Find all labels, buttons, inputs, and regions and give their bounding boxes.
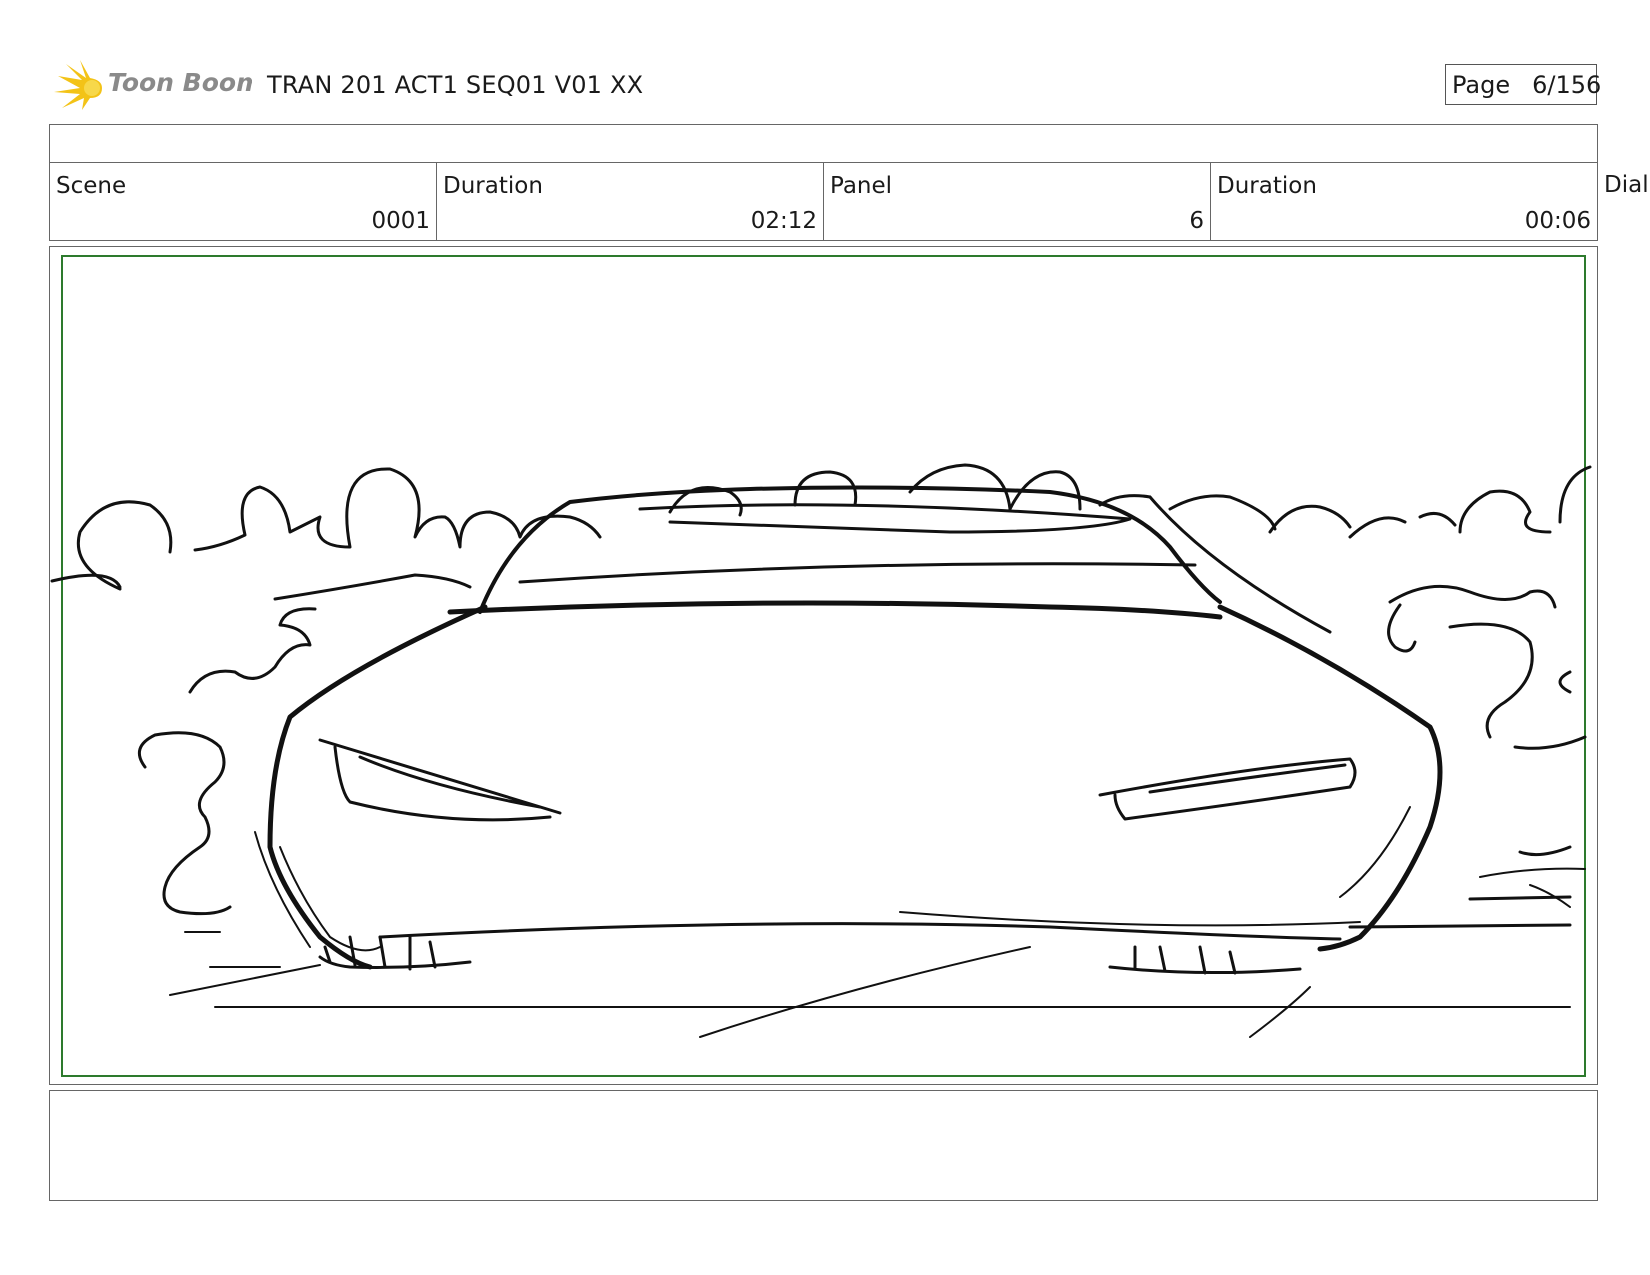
header-blank-row [49, 124, 1598, 163]
panel-duration-value: 00:06 [1524, 208, 1591, 234]
logo-text: Toon Boom [108, 68, 252, 97]
safe-frame [61, 255, 1586, 1077]
scene-value: 0001 [371, 208, 430, 234]
toon-boom-logo: Toon Boom [52, 58, 252, 114]
document-title: TRAN 201 ACT1 SEQ01 V01 XX [267, 71, 644, 99]
scene-duration-label: Duration [443, 173, 543, 199]
scene-cell: Scene 0001 [50, 163, 437, 240]
panel-duration-label: Duration [1217, 173, 1317, 199]
page-indicator: Page 6/156 [1445, 64, 1601, 105]
panel-value: 6 [1189, 208, 1204, 234]
scene-label: Scene [56, 173, 127, 199]
dialogue-label: Dial [1604, 172, 1649, 198]
car-front-sketch [50, 255, 1592, 1077]
scene-duration-value: 02:12 [750, 208, 817, 234]
info-row: Scene 0001 Duration 02:12 Panel 6 Durati… [49, 162, 1598, 241]
notes-box [49, 1090, 1598, 1201]
panel-cell: Panel 6 [824, 163, 1211, 240]
panel-label: Panel [830, 173, 893, 199]
panel-image-frame [49, 246, 1598, 1085]
page-number: 6/156 [1532, 70, 1602, 99]
scene-duration-cell: Duration 02:12 [437, 163, 824, 240]
page-label: Page [1452, 70, 1511, 99]
sun-icon [54, 60, 102, 110]
panel-duration-cell: Duration 00:06 [1211, 163, 1597, 240]
